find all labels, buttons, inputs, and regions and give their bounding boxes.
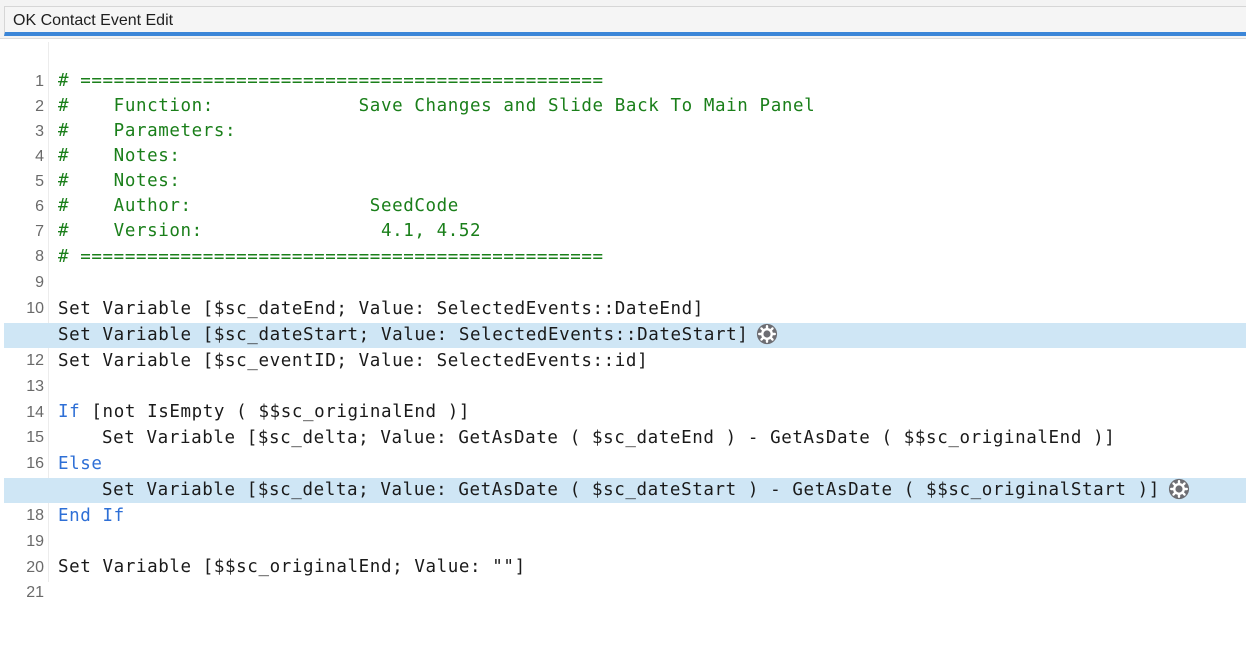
step-text: If [not IsEmpty ( $$sc_originalEnd )] <box>58 400 470 425</box>
step-text: Set Variable [$sc_eventID; Value: Select… <box>58 351 649 371</box>
script-line-15[interactable]: 15 If [not IsEmpty ( $$sc_originalEnd )] <box>4 400 1246 446</box>
script-line-3[interactable]: 3 # Function: Save Changes and Slide Bac… <box>4 94 1246 140</box>
script-editor[interactable]: 1 2 # ==================================… <box>4 42 1246 601</box>
script-line-2[interactable]: 2 # ====================================… <box>4 69 1246 115</box>
step-text: Set Variable [$sc_dateStart; Value: Sele… <box>58 323 778 348</box>
step-text-content: [not IsEmpty ( $$sc_originalEnd )] <box>80 402 471 422</box>
tab-title: OK Contact Event Edit <box>13 12 174 29</box>
comment-text: # Version: 4.1, 4.52 <box>58 221 482 241</box>
comment-text: # ======================================… <box>58 247 604 267</box>
tab-script[interactable]: OK Contact Event Edit <box>4 6 1246 36</box>
keyword-end-if: End If <box>58 506 125 526</box>
step-text: Set Variable [$sc_delta; Value: GetAsDat… <box>102 428 1116 448</box>
step-text: Set Variable [$$sc_originalEnd; Value: "… <box>58 557 526 577</box>
script-line-4[interactable]: 4 # Parameters: <box>4 119 1246 165</box>
step-text-content: Set Variable [$sc_dateStart; Value: Sele… <box>58 325 749 345</box>
script-line-10[interactable]: 10 <box>4 271 1246 317</box>
line-number: 21 <box>26 584 44 601</box>
gear-icon[interactable] <box>1168 478 1190 500</box>
tab-bar: OK Contact Event Edit <box>0 0 1246 39</box>
script-line-5[interactable]: 5 # Notes: <box>4 144 1246 190</box>
script-line-8[interactable]: 8 # Version: 4.1, 4.52 <box>4 219 1246 265</box>
script-line-12[interactable]: 12 Set Variable [$sc_dateStart; Value: S… <box>4 323 1246 369</box>
script-line-14[interactable]: 14 <box>4 375 1246 421</box>
script-line-7[interactable]: 7 # Author: SeedCode <box>4 194 1246 240</box>
script-line-16[interactable]: 16 Set Variable [$sc_delta; Value: GetAs… <box>4 426 1246 472</box>
comment-text: # Author: SeedCode <box>58 196 459 216</box>
script-line-11[interactable]: 11 Set Variable [$sc_dateEnd; Value: Sel… <box>4 297 1246 343</box>
script-line-21[interactable]: 21 Set Variable [$$sc_originalEnd; Value… <box>4 555 1246 601</box>
script-line-19[interactable]: 19 End If <box>4 504 1246 550</box>
keyword-else: Else <box>58 454 103 474</box>
script-line-1[interactable]: 1 <box>4 44 1246 90</box>
step-text-content: Set Variable [$sc_delta; Value: GetAsDat… <box>102 480 1160 500</box>
comment-text: # Function: Save Changes and Slide Back … <box>58 96 816 116</box>
step-text: Set Variable [$sc_dateEnd; Value: Select… <box>58 299 704 319</box>
comment-text: # Notes: <box>58 171 181 191</box>
gear-icon[interactable] <box>756 323 778 345</box>
keyword-if: If <box>58 402 81 422</box>
script-line-13[interactable]: 13 Set Variable [$sc_eventID; Value: Sel… <box>4 349 1246 395</box>
script-line-6[interactable]: 6 # Notes: <box>4 169 1246 215</box>
step-text: Set Variable [$sc_delta; Value: GetAsDat… <box>102 478 1190 503</box>
script-line-17[interactable]: 17 Else <box>4 452 1246 498</box>
comment-text: # Notes: <box>58 146 181 166</box>
script-line-20[interactable]: 20 <box>4 530 1246 576</box>
script-line-9[interactable]: 9 # ====================================… <box>4 245 1246 291</box>
script-line-18[interactable]: 18 Set Variable [$sc_delta; Value: GetAs… <box>4 478 1246 524</box>
comment-text: # Parameters: <box>58 121 237 141</box>
comment-text: # ======================================… <box>58 71 604 91</box>
